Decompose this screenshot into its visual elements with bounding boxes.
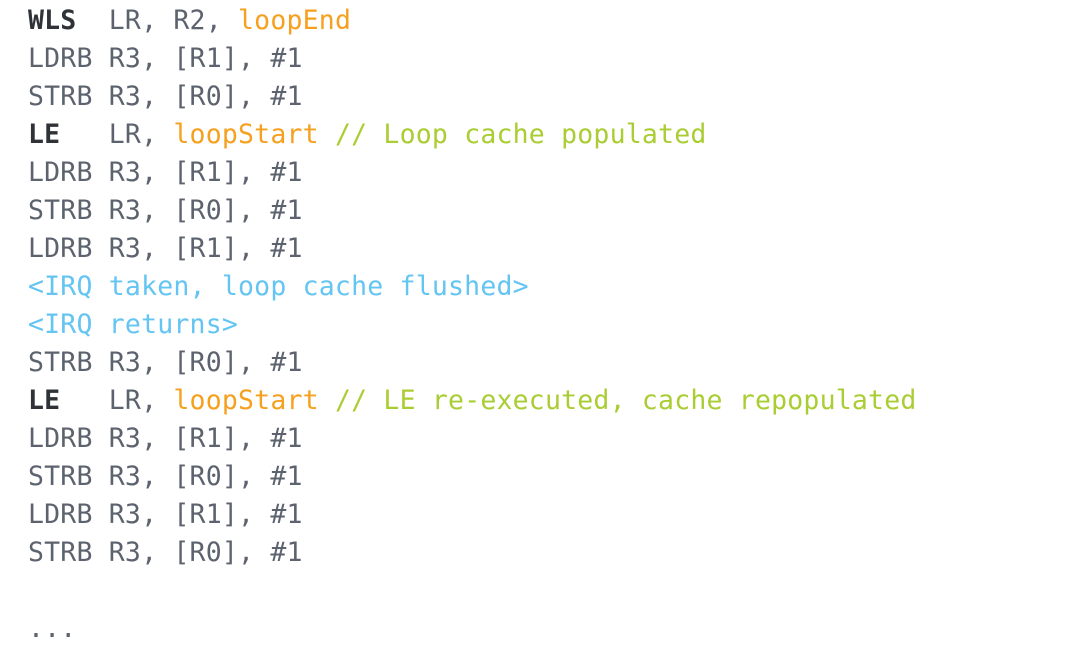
code-token-plain: LDRB R3, [R1], #1 [28, 233, 303, 264]
code-line: <IRQ returns> [0, 306, 1080, 344]
code-line: STRB R3, [R0], #1 [0, 192, 1080, 230]
code-line: LE LR, loopStart // LE re-executed, cach… [0, 382, 1080, 420]
code-line: STRB R3, [R0], #1 [0, 534, 1080, 572]
code-token-plain: LDRB R3, [R1], #1 [28, 43, 303, 74]
code-token-event: <IRQ taken, loop cache flushed> [28, 271, 529, 302]
code-token-plain: STRB R3, [R0], #1 [28, 81, 303, 112]
code-line: ... [0, 610, 1080, 648]
code-line: LE LR, loopStart // Loop cache populated [0, 116, 1080, 154]
code-token-label: loopStart [173, 119, 319, 150]
code-token-plain: STRB R3, [R0], #1 [28, 347, 303, 378]
code-token-event: <IRQ returns> [28, 309, 239, 340]
code-token-plain: LR, [108, 119, 174, 150]
code-token-mnemonic-bold: LE [28, 385, 109, 416]
code-line: LDRB R3, [R1], #1 [0, 420, 1080, 458]
code-token-plain: LDRB R3, [R1], #1 [28, 499, 303, 530]
code-token-comment: // Loop cache populated [334, 119, 707, 150]
code-token-ellipsis: ... [28, 613, 77, 644]
code-token-plain: LDRB R3, [R1], #1 [28, 157, 303, 188]
code-token-plain: LR, R2, [108, 5, 239, 36]
code-token-label: loopEnd [238, 5, 352, 36]
code-line: STRB R3, [R0], #1 [0, 78, 1080, 116]
code-token-plain: LDRB R3, [R1], #1 [28, 423, 303, 454]
code-line: <IRQ taken, loop cache flushed> [0, 268, 1080, 306]
code-line: STRB R3, [R0], #1 [0, 344, 1080, 382]
code-line: LDRB R3, [R1], #1 [0, 40, 1080, 78]
code-token-label: loopStart [173, 385, 319, 416]
code-line: LDRB R3, [R1], #1 [0, 154, 1080, 192]
code-line: LDRB R3, [R1], #1 [0, 230, 1080, 268]
code-token-mnemonic-bold: WLS [28, 5, 109, 36]
code-token-mnemonic-bold: LE [28, 119, 109, 150]
code-token-plain: STRB R3, [R0], #1 [28, 461, 303, 492]
code-line: STRB R3, [R0], #1 [0, 458, 1080, 496]
code-listing: WLS LR, R2, loopEnd LDRB R3, [R1], #1 STRB… [0, 0, 1080, 648]
code-token-plain: STRB R3, [R0], #1 [28, 537, 303, 568]
code-token-plain: STRB R3, [R0], #1 [28, 195, 303, 226]
code-line: LDRB R3, [R1], #1 [0, 496, 1080, 534]
code-token-plain: LR, [108, 385, 174, 416]
code-token-comment: // LE re-executed, cache repopulated [334, 385, 917, 416]
code-line: WLS LR, R2, loopEnd [0, 2, 1080, 40]
